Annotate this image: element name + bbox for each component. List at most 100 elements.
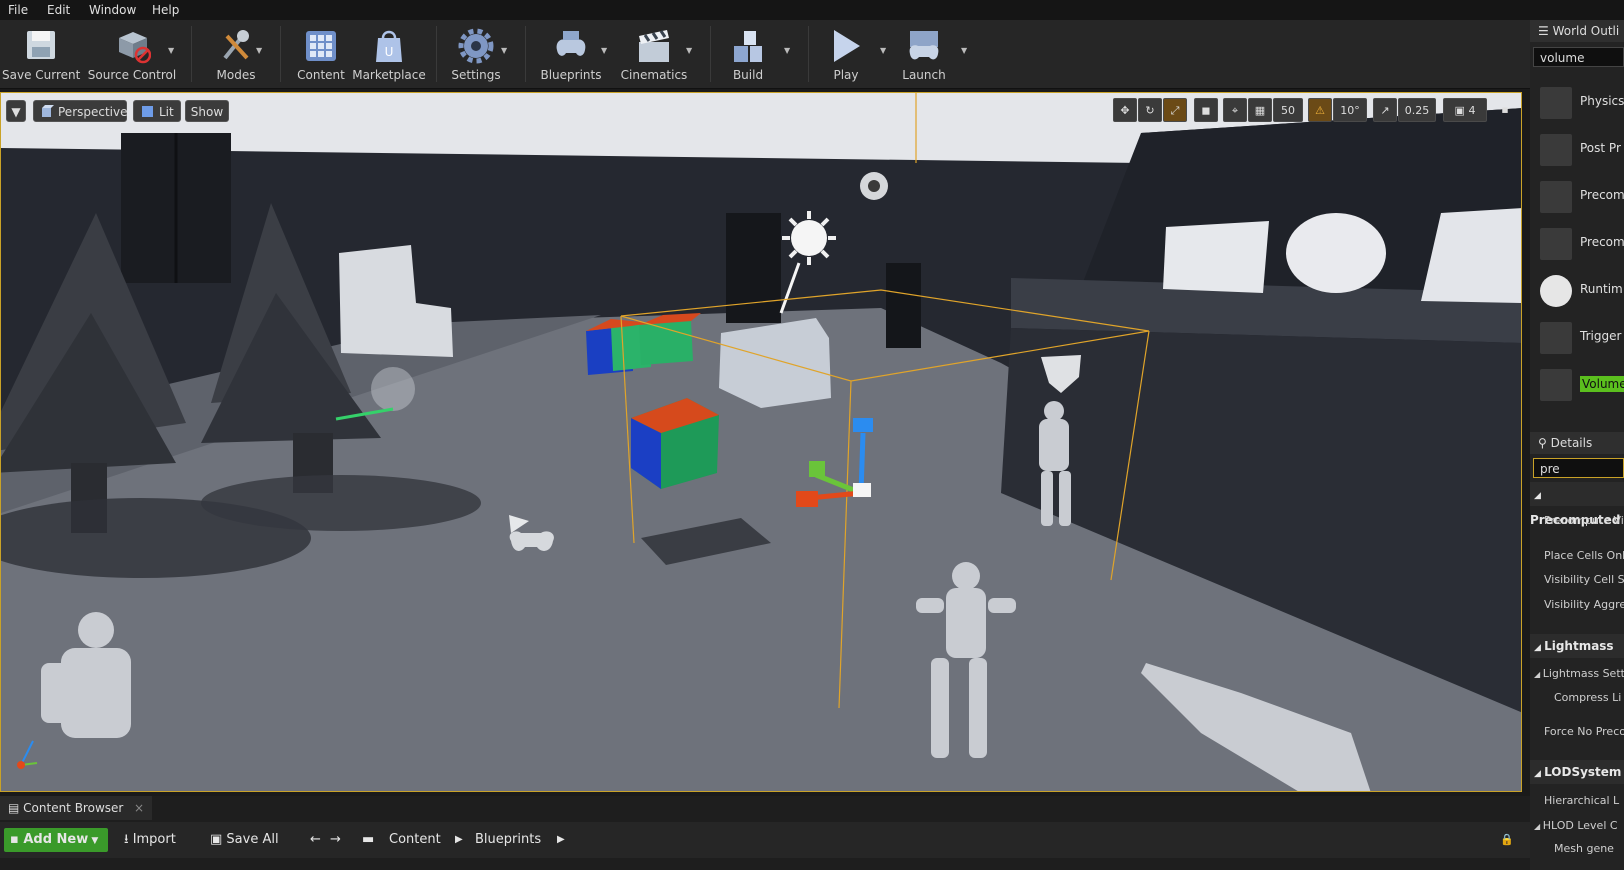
- visibility-cell-label: Visibility Cell S: [1544, 573, 1624, 586]
- precomputed-volume-icon: [1540, 228, 1572, 260]
- cinematics-button[interactable]: Cinematics: [618, 24, 690, 84]
- launch-label: Launch: [902, 68, 946, 82]
- source-control-label: Source Control: [87, 68, 177, 82]
- play-button[interactable]: Play: [818, 24, 874, 84]
- import-button[interactable]: ⭳ Import: [124, 828, 176, 852]
- translate-tool-button[interactable]: ✥: [1113, 98, 1137, 122]
- scale-arrow-icon: ↗: [1380, 104, 1390, 117]
- details-search-input[interactable]: pre: [1533, 458, 1624, 478]
- blueprints-button[interactable]: Blueprints: [536, 24, 606, 84]
- build-button[interactable]: Build: [720, 24, 776, 84]
- scene-render[interactable]: [1, 93, 1522, 792]
- precomputed-section-header[interactable]: ◢ Precomputed: [1530, 482, 1624, 527]
- rotation-snap-value[interactable]: 10°: [1333, 98, 1367, 122]
- lock-icon[interactable]: 🔒: [1500, 828, 1514, 852]
- outliner-item-selected[interactable]: Volume: [1530, 362, 1624, 408]
- save-all-button[interactable]: ▣ Save All: [210, 828, 279, 852]
- add-new-button[interactable]: ▪ Add New ▼: [4, 828, 108, 852]
- scale-icon: ⤢: [1170, 104, 1180, 117]
- launch-dropdown-icon[interactable]: ▼: [961, 46, 967, 55]
- force-no-precomputed-label: Force No Preco: [1544, 725, 1624, 738]
- menu-help[interactable]: Help: [152, 3, 179, 17]
- content-browser-tab[interactable]: ▤ Content Browser ×: [0, 796, 152, 820]
- cube-icon: ◼: [1201, 104, 1211, 117]
- surface-snap-button[interactable]: ⌖: [1223, 98, 1247, 122]
- level-viewport[interactable]: ▼ Perspective Lit Show ✥ ↻ ⤢ ◼ ⌖ ▦ 50 ⚠ …: [0, 92, 1522, 792]
- breadcrumb-blueprints[interactable]: Blueprints: [475, 828, 541, 852]
- perspective-button[interactable]: Perspective: [33, 100, 128, 122]
- scale-snap-toggle[interactable]: ↗: [1373, 98, 1397, 122]
- forward-arrow-icon: →: [330, 832, 341, 847]
- back-arrow-icon: ←: [310, 832, 321, 847]
- search-icon: ⚲: [1538, 436, 1551, 450]
- outliner-item-label: Precom: [1580, 188, 1624, 202]
- breadcrumb-content[interactable]: Content: [389, 828, 441, 852]
- launch-button[interactable]: Launch: [896, 24, 952, 84]
- outliner-item[interactable]: Precom: [1530, 174, 1624, 220]
- details-tab[interactable]: ⚲ Details: [1530, 432, 1624, 454]
- content-browser-toolbar: ▪ Add New ▼ ⭳ Import ▣ Save All ← → ▬ Co…: [0, 822, 1530, 858]
- chevron-down-icon: ▼: [88, 836, 99, 846]
- modes-dropdown-icon[interactable]: ▼: [256, 46, 262, 55]
- outliner-item[interactable]: Runtim: [1530, 268, 1624, 314]
- lightmass-section-header[interactable]: ◢ Lightmass: [1530, 634, 1624, 658]
- outliner-item[interactable]: Precom: [1530, 221, 1624, 267]
- world-outliner-title: World Outli: [1552, 24, 1620, 38]
- save-current-label: Save Current: [2, 68, 81, 82]
- save-current-button[interactable]: Save Current: [2, 24, 80, 84]
- path-root-button[interactable]: ▬: [362, 828, 374, 852]
- source-control-button[interactable]: Source Control: [86, 24, 178, 84]
- camera-speed-button[interactable]: ▣ 4: [1443, 98, 1487, 122]
- menu-edit[interactable]: Edit: [47, 3, 70, 17]
- lightmass-section-label: Lightmass: [1544, 639, 1614, 653]
- coordinate-space-button[interactable]: ◼: [1194, 98, 1218, 122]
- import-icon: ⭳: [124, 832, 133, 847]
- close-icon[interactable]: ×: [134, 796, 144, 820]
- viewport-options-button[interactable]: ▼: [6, 100, 26, 122]
- content-button[interactable]: Content: [290, 24, 352, 84]
- grid-snap-value[interactable]: 50: [1273, 98, 1303, 122]
- menu-file[interactable]: File: [8, 3, 28, 17]
- physics-volume-icon: [1540, 87, 1572, 119]
- mesh-generation-label: Mesh gene: [1554, 842, 1614, 855]
- menu-window[interactable]: Window: [89, 3, 136, 17]
- outliner-list-icon: ☰: [1538, 24, 1553, 38]
- outliner-search-input[interactable]: volume: [1533, 47, 1624, 67]
- settings-dropdown-icon[interactable]: ▼: [501, 46, 507, 55]
- lod-system-section-label: LODSystem: [1544, 765, 1622, 779]
- rotation-snap-toggle[interactable]: ⚠: [1308, 98, 1332, 122]
- axis-indicator: [17, 740, 38, 769]
- clapperboard-icon: [639, 30, 669, 62]
- content-browser-title: Content Browser: [23, 801, 124, 815]
- outliner-item[interactable]: Physics: [1530, 80, 1624, 126]
- blueprints-dropdown-icon[interactable]: ▼: [601, 46, 607, 55]
- outliner-item-label: Trigger: [1580, 329, 1622, 343]
- lit-button[interactable]: Lit: [133, 100, 181, 122]
- marketplace-button[interactable]: U Marketplace: [352, 24, 426, 84]
- forward-button[interactable]: →: [330, 828, 341, 852]
- outliner-item[interactable]: Post Pr: [1530, 127, 1624, 173]
- scale-tool-button[interactable]: ⤢: [1163, 98, 1187, 122]
- hlod-level-text: HLOD Level C: [1542, 819, 1618, 832]
- blueprints-label: Blueprints: [540, 68, 602, 82]
- show-button[interactable]: Show: [185, 100, 229, 122]
- settings-button[interactable]: Settings: [446, 24, 506, 84]
- rotate-tool-button[interactable]: ↻: [1138, 98, 1162, 122]
- maximize-viewport-button[interactable]: ▪: [1494, 98, 1516, 122]
- outliner-item[interactable]: Trigger: [1530, 315, 1624, 361]
- grid-snap-toggle[interactable]: ▦: [1248, 98, 1272, 122]
- scale-snap-value[interactable]: 0.25: [1398, 98, 1436, 122]
- cinematics-dropdown-icon[interactable]: ▼: [686, 46, 692, 55]
- back-button[interactable]: ←: [310, 828, 321, 852]
- world-outliner-tab[interactable]: ☰ World Outli: [1530, 20, 1624, 42]
- source-control-dropdown-icon[interactable]: ▼: [168, 46, 174, 55]
- toolbar-divider: [808, 26, 809, 82]
- build-dropdown-icon[interactable]: ▼: [784, 46, 790, 55]
- right-panel: ☰ World Outli volume Physics Post Pr Pre…: [1530, 20, 1624, 870]
- lit-sphere-icon: [142, 106, 153, 117]
- lod-system-section-header[interactable]: ◢ LODSystem: [1530, 760, 1624, 784]
- rotate-icon: ↻: [1145, 104, 1155, 117]
- menu-bar: File Edit Window Help: [0, 0, 1624, 20]
- outliner-item-label: Runtim: [1580, 282, 1623, 296]
- play-dropdown-icon[interactable]: ▼: [880, 46, 886, 55]
